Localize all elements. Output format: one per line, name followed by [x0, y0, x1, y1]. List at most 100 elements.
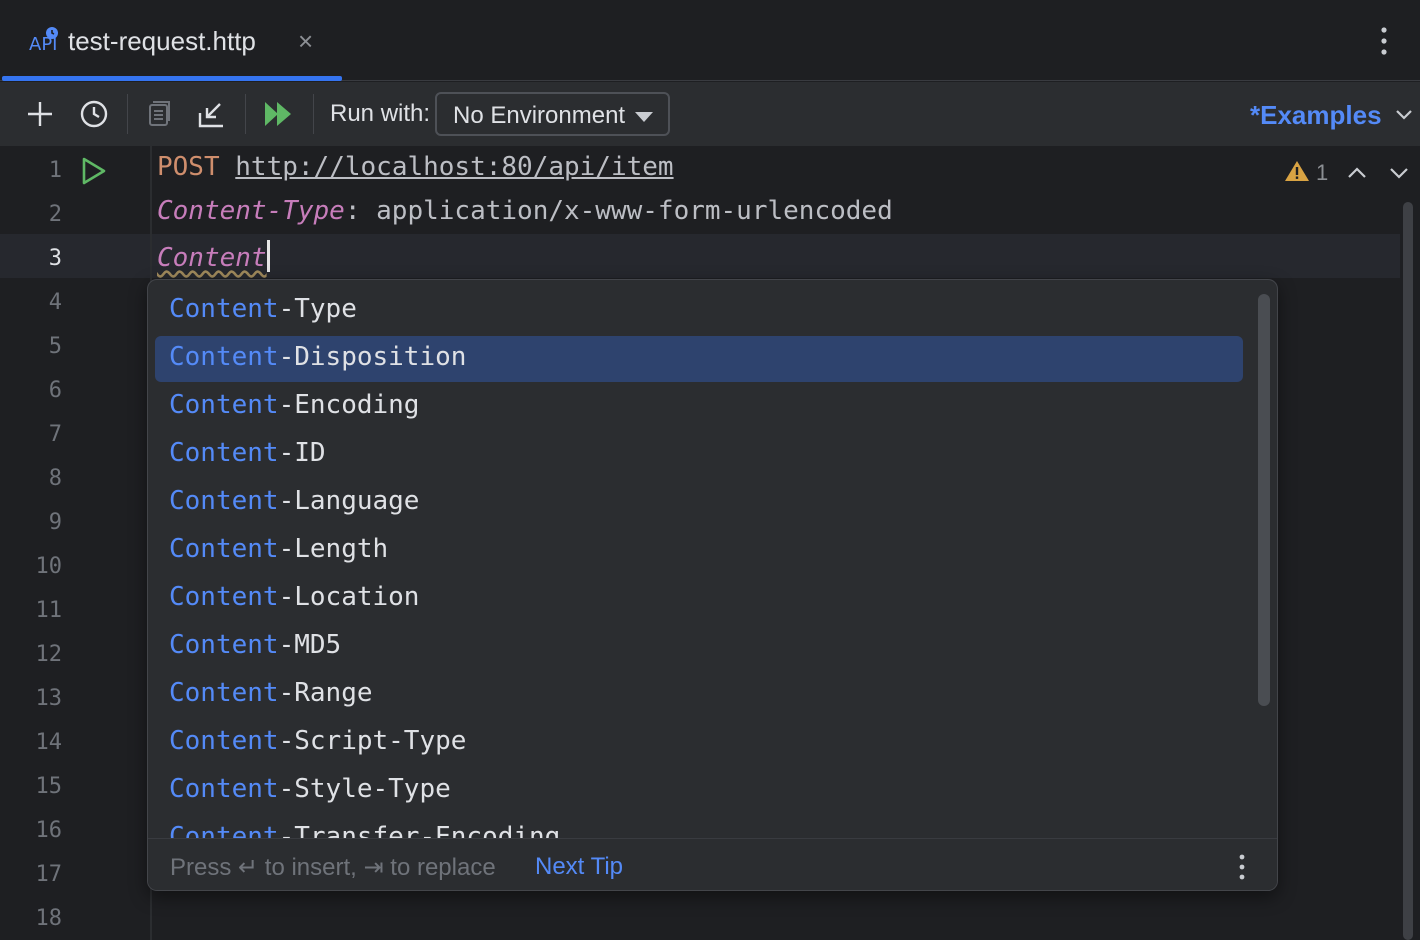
completion-item[interactable]: Content-Length [155, 528, 1243, 574]
completion-match-prefix: Content [169, 438, 279, 468]
completion-item[interactable]: Content-MD5 [155, 624, 1243, 670]
run-all-icon[interactable] [260, 96, 296, 132]
completion-suffix: -ID [278, 438, 326, 468]
tab-title: test-request.http [68, 26, 256, 56]
http-method: POST [157, 152, 220, 182]
completion-item-label: Content-Type [169, 294, 357, 324]
completion-suffix: -MD5 [278, 630, 342, 660]
completion-item[interactable]: Content-Range [155, 672, 1243, 718]
completion-item-label: Content-Disposition [169, 342, 466, 372]
import-icon[interactable] [193, 96, 229, 132]
completion-suffix: -Style-Type [278, 774, 451, 804]
completion-item[interactable]: Content-Style-Type [155, 768, 1243, 814]
plus-icon[interactable] [22, 96, 58, 132]
completion-match-prefix: Content [169, 630, 279, 660]
completion-match-prefix: Content [169, 774, 279, 804]
active-tab-indicator [2, 76, 342, 81]
completion-match-prefix: Content [169, 534, 279, 564]
completion-match-prefix: Content [169, 294, 279, 324]
completion-match-prefix: Content [169, 486, 279, 516]
next-tip-link[interactable]: Next Tip [535, 853, 623, 881]
line-number: 11 [35, 598, 63, 623]
code-line-1: POST http://localhost:80/api/item [157, 152, 674, 182]
api-file-icon: API [28, 26, 60, 55]
completion-hint: Press ↵ to insert, ⇥ to replace [170, 854, 496, 881]
chevron-down-icon[interactable] [1388, 162, 1410, 184]
completion-item-label: Content-Encoding [169, 390, 419, 420]
chevron-down-icon[interactable] [1394, 104, 1414, 124]
run-with-label: Run with: [330, 100, 431, 127]
completion-item[interactable]: Content-Transfer-Encoding [155, 816, 1243, 838]
completion-item[interactable]: Content-Script-Type [155, 720, 1243, 766]
line-number: 17 [35, 862, 63, 887]
completion-item-label: Content-Transfer-Encoding [169, 822, 560, 838]
history-icon[interactable] [76, 96, 112, 132]
header-value: application/x-www-form-urlencoded [376, 196, 893, 226]
line-number: 14 [35, 730, 63, 755]
line-number: 13 [35, 686, 63, 711]
toolbar-separator [313, 94, 314, 134]
chevron-up-icon[interactable] [1346, 162, 1368, 184]
completion-item[interactable]: Content-Type [155, 288, 1243, 334]
completion-suffix: -Type [278, 294, 357, 324]
toolbar-separator [127, 94, 128, 134]
tab-test-request[interactable]: API test-request.http × [0, 0, 342, 81]
completion-suffix: -Disposition [278, 342, 467, 372]
completion-match-prefix: Content [169, 678, 279, 708]
toolbar-separator [245, 94, 246, 134]
request-url[interactable]: http://localhost:80/api/item [235, 152, 673, 182]
line-number: 15 [35, 774, 63, 799]
editor-scrollbar[interactable] [1400, 202, 1416, 940]
http-client-toolbar: Run with: No Environment *Examples [0, 82, 1420, 146]
completion-item[interactable]: Content-Encoding [155, 384, 1243, 430]
completion-suffix: -Length [278, 534, 389, 564]
typed-text: Content [157, 243, 267, 273]
more-vertical-icon[interactable] [1232, 851, 1252, 883]
line-number: 18 [35, 906, 63, 931]
completion-item[interactable]: Content-Language [155, 480, 1243, 526]
run-request-icon[interactable] [80, 156, 108, 186]
inspection-widget[interactable]: 1 [1284, 158, 1328, 188]
completion-item[interactable]: Content-Location [155, 576, 1243, 622]
completion-item-label: Content-Language [169, 486, 419, 516]
completion-suffix: -Location [278, 582, 420, 612]
copy-icon[interactable] [141, 96, 177, 132]
completion-item-label: Content-Script-Type [169, 726, 466, 756]
completion-item-label: Content-Style-Type [169, 774, 451, 804]
completion-match-prefix: Content [169, 582, 279, 612]
environment-value: No Environment [453, 102, 626, 129]
completion-item-label: Content-MD5 [169, 630, 341, 660]
line-number: 2 [48, 202, 62, 227]
completion-scrollbar-thumb[interactable] [1258, 294, 1270, 706]
dropdown-arrow-icon [635, 112, 653, 122]
more-vertical-icon[interactable] [1372, 24, 1396, 58]
close-icon[interactable]: × [298, 28, 313, 54]
warning-icon [1284, 159, 1310, 188]
line-number: 10 [35, 554, 63, 579]
completion-item[interactable]: Content-Disposition [155, 336, 1243, 382]
line-number: 7 [48, 422, 62, 447]
code-line-2: Content-Type: application/x-www-form-url… [157, 196, 893, 226]
editor-scrollbar-thumb[interactable] [1403, 202, 1413, 940]
completion-item[interactable]: Content-ID [155, 432, 1243, 478]
line-number: 12 [35, 642, 63, 667]
completion-match-prefix: Content [169, 390, 279, 420]
environment-select[interactable]: No Environment [435, 92, 670, 136]
completion-item-label: Content-Location [169, 582, 419, 612]
examples-menu[interactable]: *Examples [1250, 100, 1382, 131]
completion-suffix: -Range [278, 678, 373, 708]
line-number: 1 [48, 158, 62, 183]
completion-item-label: Content-Range [169, 678, 373, 708]
code-completion-popup: Content-Type Content-Disposition Content-E… [147, 279, 1278, 891]
line-number: 6 [48, 378, 62, 403]
line-number: 9 [48, 510, 62, 535]
completion-footer: Press ↵ to insert, ⇥ to replace Next Tip [148, 838, 1277, 890]
completion-suffix: -Encoding [278, 390, 420, 420]
completion-item-label: Content-ID [169, 438, 326, 468]
completion-suffix: -Script-Type [278, 726, 467, 756]
completion-match-prefix: Content [169, 726, 279, 756]
line-number: 5 [48, 334, 62, 359]
text-caret [266, 240, 270, 272]
completion-suffix: -Transfer-Encoding [278, 822, 561, 838]
header-name: Content-Type [157, 196, 345, 226]
